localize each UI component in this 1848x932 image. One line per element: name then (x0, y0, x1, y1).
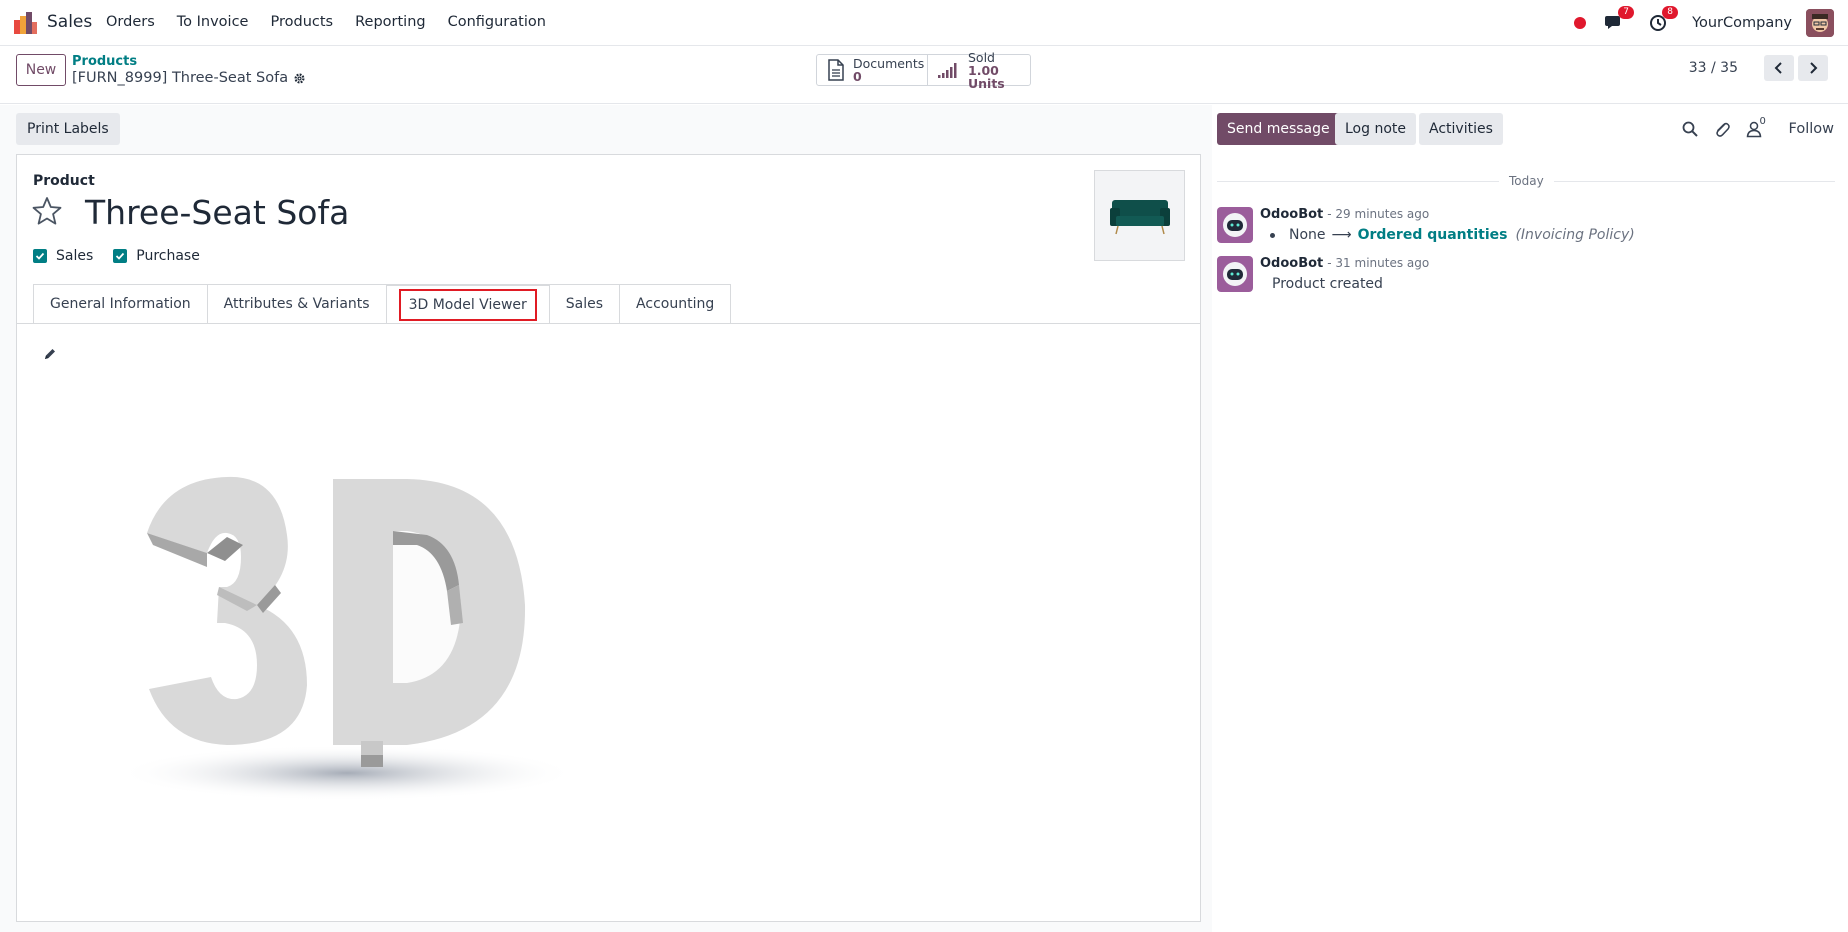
tab-sales[interactable]: Sales (548, 284, 620, 324)
documents-smart-button[interactable]: Documents 0 (816, 54, 928, 86)
pager-value[interactable]: 33 / 35 (1689, 60, 1738, 76)
3d-model-viewer[interactable] (107, 445, 607, 805)
pencil-icon[interactable] (43, 347, 57, 361)
paperclip-icon (1715, 122, 1730, 137)
print-labels-button[interactable]: Print Labels (16, 113, 120, 145)
breadcrumb-current: [FURN_8999] Three-Seat Sofa (72, 70, 306, 86)
chatter-panel: Send message Log note Activities 0 Follo… (1212, 105, 1848, 932)
log-note-button[interactable]: Log note (1335, 113, 1416, 145)
follow-button[interactable]: Follow (1789, 121, 1834, 137)
menu-to-invoice[interactable]: To Invoice (177, 14, 249, 30)
message-body: Product created (1272, 276, 1383, 292)
robot-icon (1223, 262, 1247, 286)
activities-button[interactable]: Activities (1419, 113, 1503, 145)
tab-attributes-variants[interactable]: Attributes & Variants (206, 284, 386, 324)
documents-count: 0 (853, 69, 862, 84)
sales-checkbox-label[interactable]: Sales (56, 248, 93, 264)
record-title: [FURN_8999] Three-Seat Sofa (72, 70, 289, 86)
purchase-checkbox-label[interactable]: Purchase (136, 248, 200, 264)
star-icon[interactable] (31, 195, 63, 227)
search-icon (1682, 121, 1698, 137)
menu-reporting[interactable]: Reporting (355, 14, 426, 30)
messaging-button[interactable]: 7 (1604, 6, 1635, 34)
main-menu: Orders To Invoice Products Reporting Con… (106, 14, 568, 30)
tab-general-information[interactable]: General Information (33, 284, 207, 324)
control-panel: New Products [FURN_8999] Three-Seat Sofa… (0, 46, 1848, 104)
avatar[interactable] (1217, 256, 1253, 292)
activities-badge: 8 (1662, 6, 1679, 19)
send-message-button[interactable]: Send message (1217, 113, 1340, 145)
chevron-right-icon (1810, 62, 1818, 74)
message-time: - 31 minutes ago (1327, 256, 1430, 270)
breadcrumb-products[interactable]: Products (72, 54, 137, 69)
form-area: Print Labels Product Three-Seat Sofa Sal… (0, 105, 1212, 932)
message-author[interactable]: OdooBot - 29 minutes ago (1260, 207, 1429, 222)
tabs-divider (17, 323, 1200, 324)
new-value: Ordered quantities (1357, 227, 1508, 243)
date-separator: Today (1499, 174, 1554, 188)
navbar-right: 7 8 YourCompany (1574, 0, 1834, 46)
old-value: None (1289, 227, 1326, 243)
menu-configuration[interactable]: Configuration (448, 14, 546, 30)
app-name[interactable]: Sales (47, 12, 92, 32)
tab-3d-model-viewer[interactable]: 3D Model Viewer (385, 284, 549, 324)
chevron-left-icon (1774, 62, 1782, 74)
product-name-field[interactable]: Three-Seat Sofa (85, 193, 349, 232)
messages-badge: 7 (1618, 6, 1635, 19)
attachments-button[interactable] (1713, 120, 1731, 138)
search-messages-button[interactable] (1681, 120, 1699, 138)
sold-value: 1.00 Units (968, 62, 1005, 91)
menu-products[interactable]: Products (270, 14, 333, 30)
form-sheet: Product Three-Seat Sofa Sales Purchase G… (16, 154, 1201, 922)
form-tabs: General Information Attributes & Variant… (33, 284, 732, 324)
sold-label: Sold (968, 49, 995, 65)
check-icon (35, 252, 45, 260)
user-avatar[interactable] (1806, 9, 1834, 37)
company-switcher[interactable]: YourCompany (1692, 15, 1792, 31)
product-label: Product (33, 173, 95, 189)
documents-label: Documents (853, 56, 925, 71)
pager-previous-button[interactable] (1764, 55, 1794, 81)
sold-smart-button[interactable]: Sold 1.00 Units (927, 49, 1031, 90)
tracking-change: None ⟶ Ordered quantities (Invoicing Pol… (1260, 227, 1635, 243)
robot-icon (1223, 213, 1247, 237)
check-icon (116, 252, 125, 260)
user-face-icon (1806, 9, 1834, 37)
followers-count: 0 (1759, 116, 1766, 127)
activities-button[interactable]: 8 (1648, 6, 1679, 34)
pager-next-button[interactable] (1798, 55, 1828, 81)
message-time: - 29 minutes ago (1327, 207, 1430, 221)
top-navbar: Sales Orders To Invoice Products Reporti… (0, 0, 1848, 46)
bullet-icon (1270, 232, 1275, 238)
arrow-right-icon: ⟶ (1331, 227, 1352, 243)
product-image[interactable] (1094, 170, 1185, 261)
menu-orders[interactable]: Orders (106, 14, 155, 30)
avatar[interactable] (1217, 207, 1253, 243)
recording-indicator-icon[interactable] (1574, 17, 1587, 29)
sofa-image (1109, 199, 1170, 234)
purchase-checkbox[interactable] (113, 249, 128, 263)
followers-button[interactable]: 0 (1745, 116, 1766, 138)
product-type-checkboxes: Sales Purchase (33, 248, 220, 264)
signal-bars-icon (938, 63, 957, 78)
app-logo-icon[interactable] (14, 12, 38, 34)
sales-checkbox[interactable] (33, 249, 47, 263)
new-button[interactable]: New (16, 54, 66, 86)
chatter-tools: 0 Follow (1681, 113, 1834, 145)
message-author[interactable]: OdooBot - 31 minutes ago (1260, 256, 1429, 271)
tab-accounting[interactable]: Accounting (619, 284, 732, 324)
document-icon (828, 59, 844, 81)
tracked-field-name: (Invoicing Policy) (1515, 227, 1635, 243)
gear-icon[interactable] (293, 72, 306, 85)
